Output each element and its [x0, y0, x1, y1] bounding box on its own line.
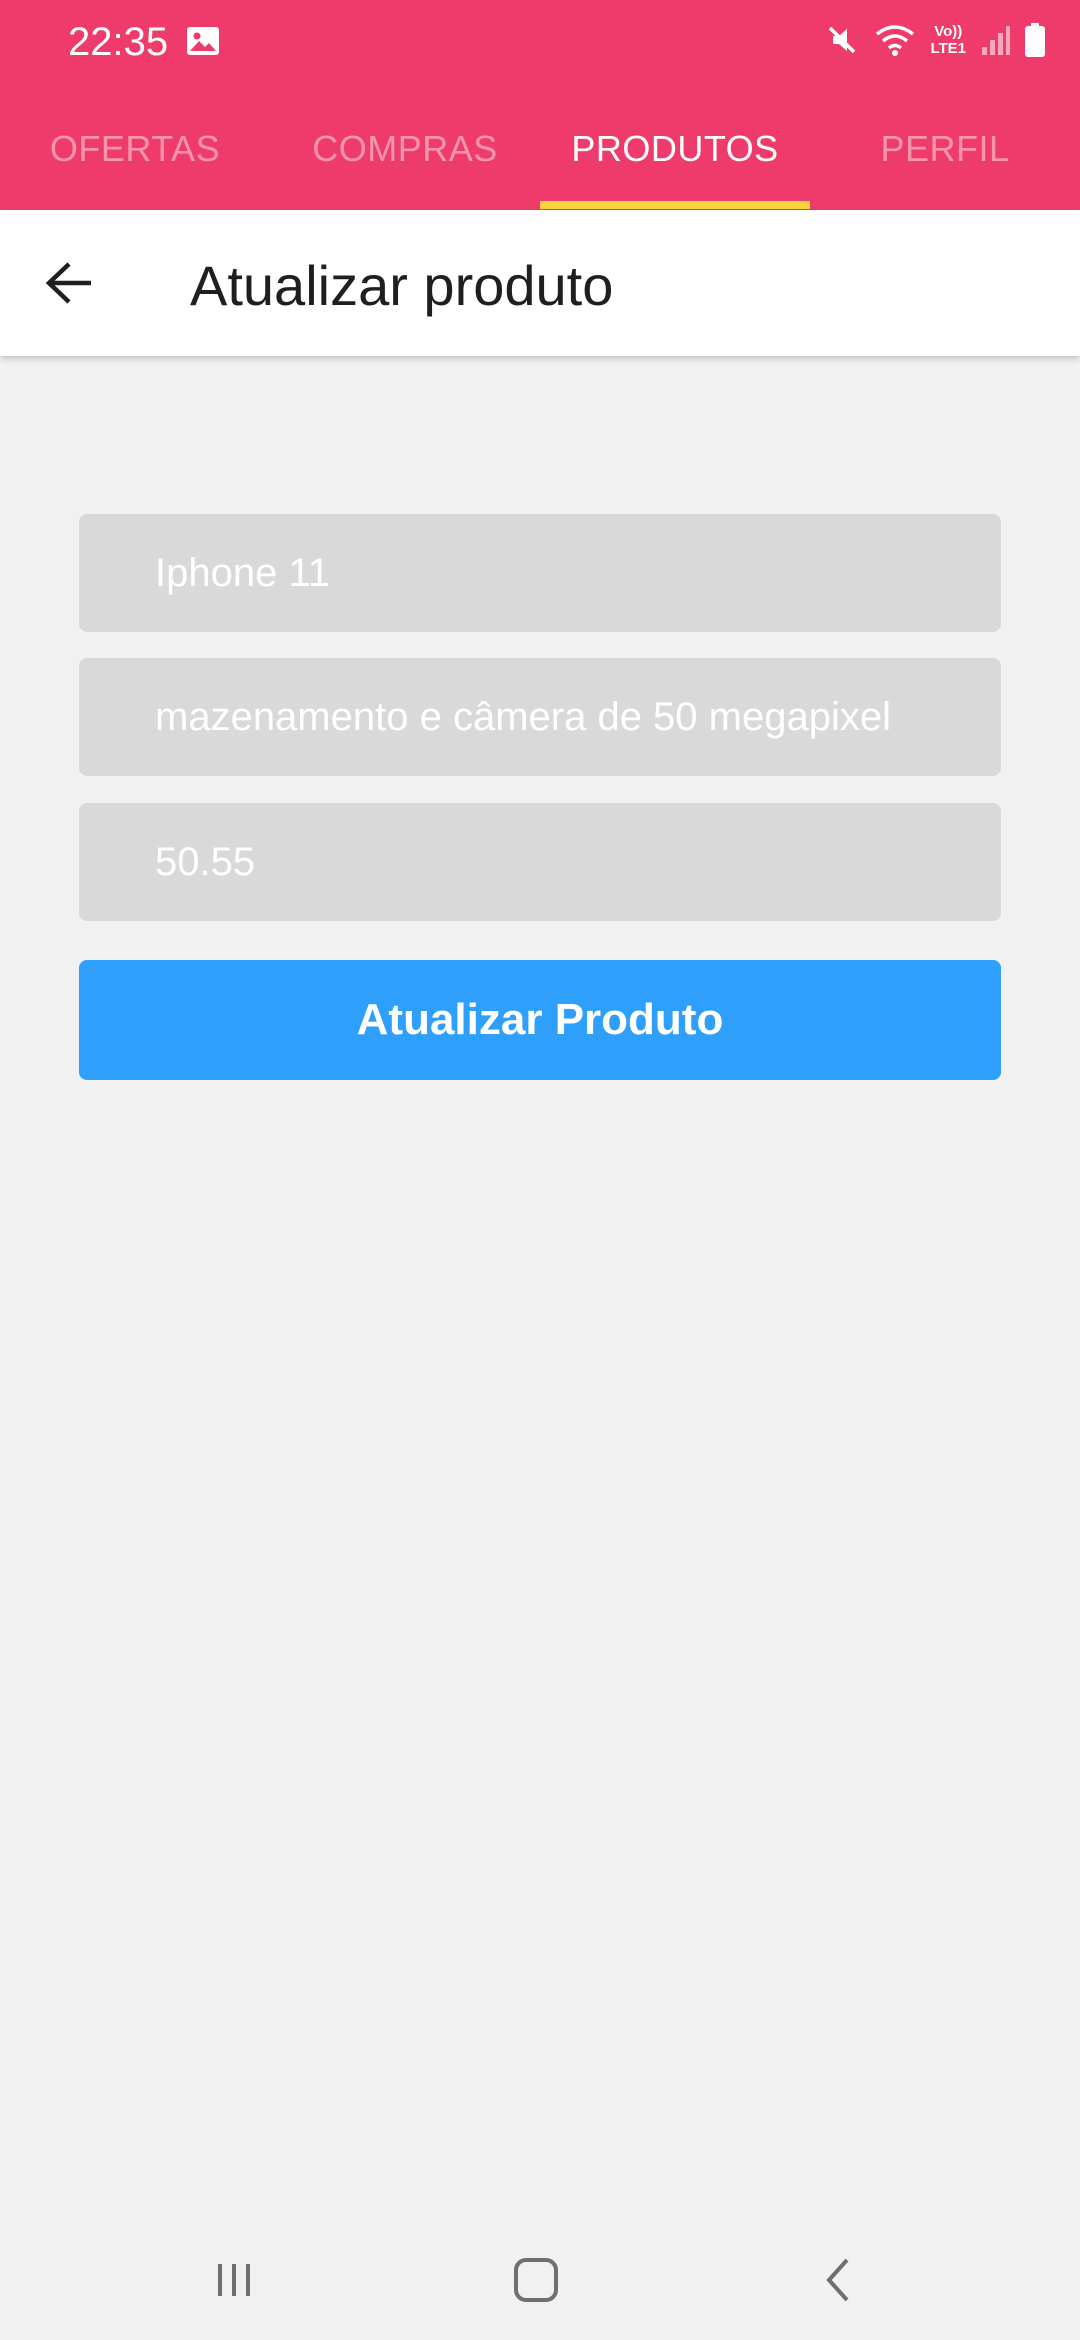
- back-icon: [826, 2258, 849, 2302]
- volte-icon: Vo)) LTE1: [930, 23, 966, 57]
- mute-icon: [829, 26, 856, 54]
- product-name-input[interactable]: [155, 514, 985, 632]
- recents-icon: [218, 2264, 250, 2296]
- home-button[interactable]: [481, 2235, 591, 2325]
- home-icon: [514, 2258, 558, 2302]
- tab-ofertas[interactable]: OFERTAS: [0, 108, 270, 210]
- navigation-bar: [0, 2220, 1080, 2340]
- status-time: 22:35: [68, 20, 169, 64]
- tab-bar: OFERTAS COMPRAS PRODUTOS PERFIL: [0, 108, 1080, 210]
- tab-indicator: [540, 201, 810, 209]
- recents-button[interactable]: [179, 2235, 289, 2325]
- product-name-field[interactable]: [79, 514, 1001, 632]
- product-price-field[interactable]: [79, 803, 1001, 921]
- wifi-icon: [876, 25, 915, 56]
- volte-line2: LTE1: [930, 40, 966, 57]
- signal-icon: [982, 26, 1010, 55]
- product-price-input[interactable]: [155, 803, 985, 921]
- volte-line1: Vo)): [934, 23, 963, 40]
- page-title: Atualizar produto: [190, 254, 614, 317]
- back-button[interactable]: [30, 243, 110, 323]
- system-back-button[interactable]: [784, 2235, 894, 2325]
- tab-perfil[interactable]: PERFIL: [810, 108, 1080, 210]
- toolbar: Atualizar produto: [0, 210, 1080, 356]
- status-bar: 22:35 Vo)) LTE1: [0, 0, 1080, 80]
- gallery-icon: [187, 27, 219, 55]
- tab-compras[interactable]: COMPRAS: [270, 108, 540, 210]
- battery-icon: [1025, 23, 1045, 57]
- product-description-input[interactable]: [155, 658, 985, 776]
- app-bar: 22:35 Vo)) LTE1 OFERTAS COMPRAS PRODUTOS…: [0, 0, 1080, 210]
- arrow-back-icon: [45, 262, 91, 304]
- update-product-button[interactable]: Atualizar Produto: [79, 960, 1001, 1080]
- status-icons: Vo)) LTE1: [824, 20, 1046, 60]
- tab-produtos[interactable]: PRODUTOS: [540, 108, 810, 210]
- product-description-field[interactable]: [79, 658, 1001, 776]
